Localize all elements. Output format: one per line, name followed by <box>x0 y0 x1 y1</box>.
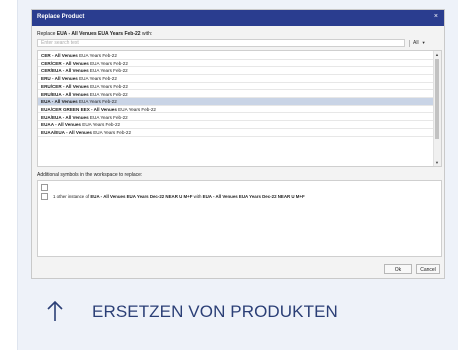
replace-product-dialog: Replace Product × Replace EUA - All Venu… <box>31 9 445 279</box>
product-row[interactable]: EUA - All Venues EUA Years Feb-22 <box>38 98 434 106</box>
replace-prefix: Replace <box>37 31 57 37</box>
product-name: EUAA/EUA - All Venues <box>41 130 92 135</box>
filter-dropdown[interactable]: All ▼ <box>413 40 426 46</box>
product-row[interactable]: EUA/EUA - All Venues EUA Years Feb-22 <box>38 114 434 122</box>
product-row[interactable]: EUA/CER GREEN EEX - All Venues EUA Years… <box>38 106 434 114</box>
product-name: CER - All Venues <box>41 53 78 58</box>
product-name: ERU/CER - All Venues <box>41 83 89 89</box>
replace-suffix: with: <box>140 31 153 37</box>
replace-product-name: EUA - All Venues EUA Years Feb-22 <box>56 31 141 37</box>
scroll-down-icon[interactable]: ▼ <box>435 160 439 165</box>
product-detail: EUA Years Feb-22 <box>81 122 121 128</box>
product-detail: EUA Years Feb-22 <box>88 91 128 97</box>
caption-text: ERSETZEN VON PRODUKTEN <box>92 302 338 321</box>
product-detail: EUA Years Feb-22 <box>116 106 156 112</box>
symbol-instance-text: 1 other instance of EUA - All Venues EUA… <box>53 194 305 199</box>
symbol-checkbox[interactable] <box>41 193 48 200</box>
product-row[interactable]: CER/EUA - All Venues EUA Years Feb-22 <box>38 67 434 75</box>
list-scrollbar[interactable]: ▲ ▼ <box>433 51 441 166</box>
product-detail: EUA Years Feb-22 <box>88 60 128 66</box>
chevron-down-icon: ▼ <box>421 40 426 45</box>
product-name: EUA/EUA - All Venues <box>41 114 89 120</box>
product-detail: EUA Years Feb-22 <box>91 130 132 135</box>
product-name: EUAA - All Venues <box>41 122 81 128</box>
dialog-title: Replace Product <box>37 14 85 20</box>
replace-instruction: Replace EUA - All Venues EUA Years Feb-2… <box>37 31 152 37</box>
product-detail: EUA Years Feb-22 <box>88 68 128 74</box>
product-name: CER/EUA - All Venues <box>41 68 89 74</box>
search-divider <box>409 40 410 47</box>
ok-button[interactable]: Ok <box>384 264 412 274</box>
search-row: All▼ <box>37 39 440 48</box>
cancel-button[interactable]: Cancel <box>416 264 440 274</box>
additional-symbols-label: Additional symbols in the workspace to r… <box>37 172 143 178</box>
symbols-panel: 1 other instance of EUA - All Venues EUA… <box>37 180 442 257</box>
product-name: EUA/CER GREEN EEX - All Venues <box>41 106 117 112</box>
product-detail: EUA Years Feb-22 <box>77 53 117 58</box>
scroll-thumb[interactable] <box>435 59 439 139</box>
symbol-middle: with <box>192 194 203 199</box>
dialog-titlebar: Replace Product × <box>32 10 444 26</box>
product-detail: EUA Years Feb-22 <box>88 114 128 120</box>
card-edge-divider <box>17 0 18 350</box>
scroll-up-icon[interactable]: ▲ <box>435 52 439 57</box>
filter-label: All <box>413 40 419 46</box>
product-row[interactable]: ERU/EUA - All Venues EUA Years Feb-22 <box>38 91 434 99</box>
product-row[interactable]: ERU/CER - All Venues EUA Years Feb-22 <box>38 83 434 91</box>
product-name: ERU - All Venues <box>41 76 78 82</box>
product-row[interactable]: EUAA/EUA - All Venues EUA Years Feb-22 <box>38 129 434 137</box>
product-name: EUA - All Venues <box>41 99 78 105</box>
product-row[interactable]: ERU - All Venues EUA Years Feb-22 <box>38 75 434 83</box>
search-input[interactable] <box>37 39 405 47</box>
product-detail: EUA Years Feb-22 <box>88 83 128 89</box>
product-row[interactable]: CER - All Venues EUA Years Feb-22 <box>38 52 434 60</box>
symbol-from: EUA - All Venues EUA Years Dec-22 NEAR U… <box>90 194 193 199</box>
product-detail: EUA Years Feb-22 <box>77 99 117 105</box>
arrow-up-icon <box>47 300 63 321</box>
product-row[interactable]: CER/CER - All Venues EUA Years Feb-22 <box>38 60 434 68</box>
symbol-prefix: 1 other instance of <box>53 194 91 199</box>
product-name: CER/CER - All Venues <box>41 60 89 66</box>
product-detail: EUA Years Feb-22 <box>77 76 117 82</box>
close-icon[interactable]: × <box>434 13 438 20</box>
symbol-to: EUA - All Venues EUA Years Dec-22 NEAR U… <box>202 194 305 199</box>
product-list[interactable]: CER - All Venues EUA Years Feb-22 CER/CER… <box>37 50 442 167</box>
select-all-checkbox[interactable] <box>41 184 48 191</box>
product-name: ERU/EUA - All Venues <box>41 91 89 97</box>
product-row[interactable]: EUAA - All Venues EUA Years Feb-22 <box>38 121 434 129</box>
